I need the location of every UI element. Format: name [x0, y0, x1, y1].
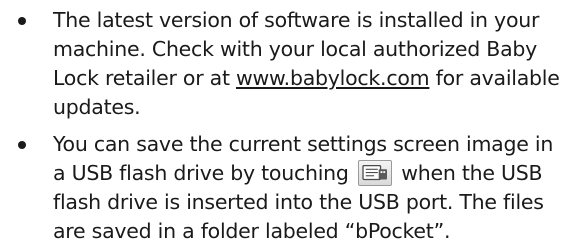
save-screen-to-usb-icon [357, 160, 392, 186]
bullet [18, 17, 26, 25]
note-save-screen-image: You can save the current settings screen… [18, 130, 570, 246]
note-list: The latest version of software is instal… [18, 6, 570, 246]
bullet [18, 141, 26, 149]
note-software-version: The latest version of software is instal… [18, 6, 570, 122]
babylock-website-link[interactable]: www.babylock.com [236, 66, 430, 90]
